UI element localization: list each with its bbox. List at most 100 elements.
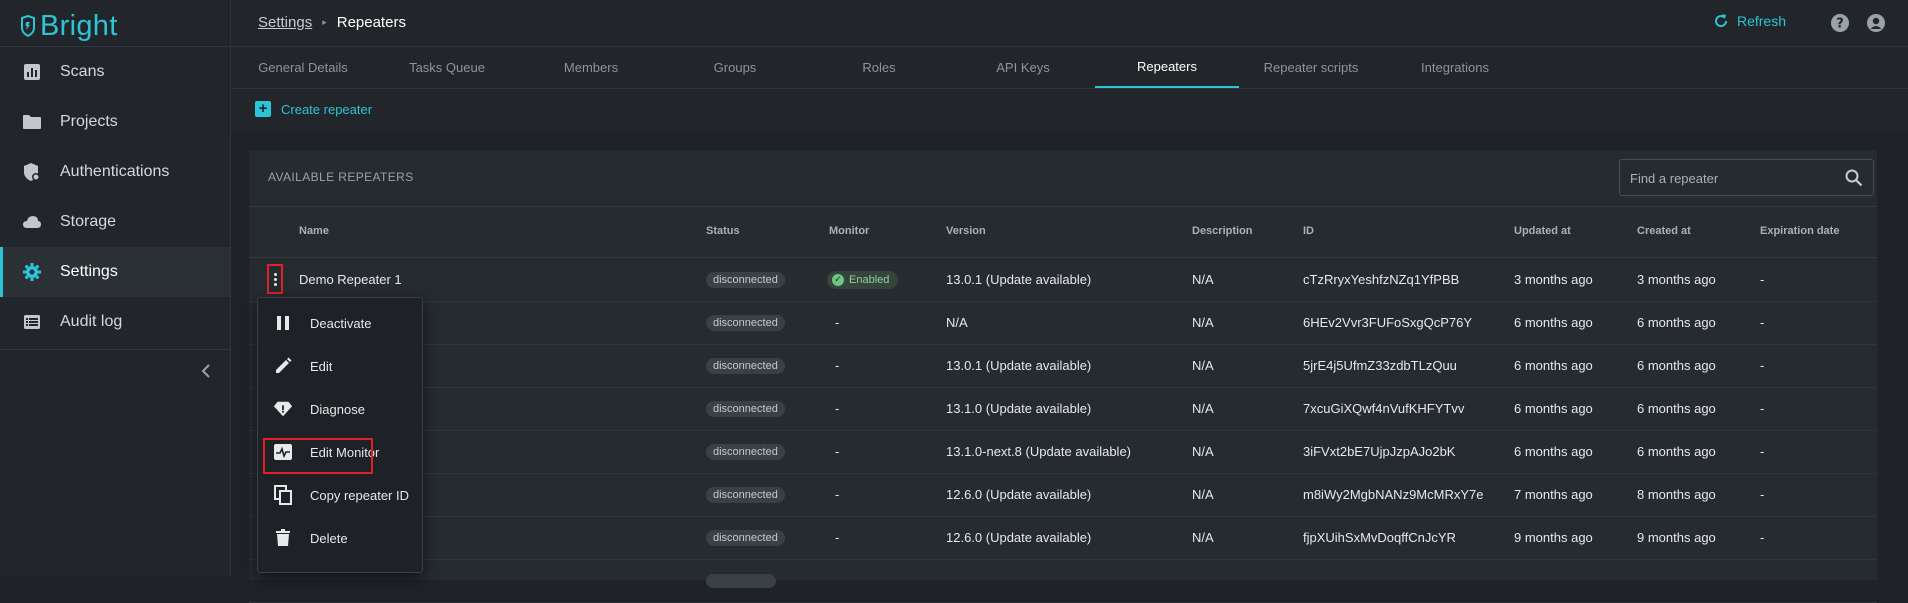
help-button[interactable]: ? <box>1830 13 1850 38</box>
brand-name: Bright <box>40 9 118 42</box>
search-icon[interactable] <box>1845 169 1863 187</box>
status-badge: disconnected <box>706 357 785 374</box>
chevron-left-icon <box>201 364 210 378</box>
breadcrumb-current: Repeaters <box>336 14 406 31</box>
cell-expiration: - <box>1760 315 1765 330</box>
menu-item-label: Copy repeater ID <box>310 487 409 503</box>
column-header-description[interactable]: Description <box>1192 225 1253 237</box>
collapse-sidebar-button[interactable] <box>196 361 216 381</box>
menu-item-label: Delete <box>310 530 348 546</box>
table-row[interactable]: disconnected - N/A N/A 6HEv2Vvr3FUFoSxgQ… <box>249 301 1877 345</box>
tab-tasks-queue[interactable]: Tasks Queue <box>375 47 519 88</box>
cell-version: 13.1.0 (Update available) <box>946 401 1092 416</box>
column-header-expiration-date[interactable]: Expiration date <box>1760 225 1839 237</box>
tab-groups[interactable]: Groups <box>663 47 807 88</box>
cell-status: disconnected <box>706 301 785 344</box>
sidebar-item-scans[interactable]: Scans <box>0 47 230 97</box>
sidebar: Bright Scans Projects Authentications St… <box>0 0 231 576</box>
table-row[interactable]: 4 disconnected - 12.6.0 (Update availabl… <box>249 473 1877 517</box>
create-repeater-button[interactable]: + Create repeater <box>255 101 372 117</box>
cell-status: disconnected <box>706 430 785 473</box>
cell-version: 13.1.0-next.8 (Update available) <box>946 444 1132 459</box>
cell-id: 6HEv2Vvr3FUFoSxgQcP76Y <box>1303 315 1473 330</box>
refresh-button[interactable]: Refresh <box>1713 13 1786 29</box>
copy-icon <box>273 485 293 505</box>
status-badge: disconnected <box>706 314 785 331</box>
cell-updated: 6 months ago <box>1514 401 1593 416</box>
cell-status <box>706 559 776 602</box>
column-header-id[interactable]: ID <box>1303 225 1314 237</box>
monitor-pulse-icon <box>273 442 293 462</box>
cell-monitor: - <box>835 315 840 330</box>
cell-description: N/A <box>1192 530 1214 545</box>
cell-version: N/A <box>946 315 968 330</box>
tab-members[interactable]: Members <box>519 47 663 88</box>
sidebar-item-projects[interactable]: Projects <box>0 97 230 147</box>
menu-item-deactivate[interactable]: Deactivate <box>258 302 422 344</box>
cell-id: 5jrE4j5UfmZ33zdbTLzQuu <box>1303 358 1457 373</box>
table-row[interactable]: disconnected - 13.1.0 (Update available)… <box>249 387 1877 431</box>
column-header-created-at[interactable]: Created at <box>1637 225 1691 237</box>
sidebar-item-label: Scans <box>60 63 105 80</box>
dot <box>273 282 277 286</box>
menu-item-diagnose[interactable]: Diagnose <box>258 388 422 430</box>
column-header-monitor[interactable]: Monitor <box>829 225 869 237</box>
menu-item-copy-repeater-id[interactable]: Copy repeater ID <box>258 474 422 516</box>
cell-monitor: - <box>835 358 840 373</box>
column-header-updated-at[interactable]: Updated at <box>1514 225 1571 237</box>
cell-expiration: - <box>1760 401 1765 416</box>
cell-updated: 6 months ago <box>1514 444 1593 459</box>
table-row[interactable]: disconnected - 13.0.1 (Update available)… <box>249 344 1877 388</box>
cell-status: disconnected <box>706 258 785 301</box>
cell-expiration: - <box>1760 530 1765 545</box>
search-input[interactable] <box>1628 160 1832 197</box>
sidebar-item-authentications[interactable]: Authentications <box>0 147 230 197</box>
breadcrumb-separator-icon: ▸ <box>322 17 327 27</box>
menu-item-label: Edit <box>310 358 333 374</box>
tab-repeater-scripts[interactable]: Repeater scripts <box>1239 47 1383 88</box>
tab-integrations[interactable]: Integrations <box>1383 47 1527 88</box>
logo[interactable]: Bright <box>20 10 118 42</box>
pause-icon <box>273 313 293 333</box>
sidebar-item-storage[interactable]: Storage <box>0 197 230 247</box>
table-row[interactable]: disconnected - 13.1.0-next.8 (Update ava… <box>249 430 1877 474</box>
cell-monitor: - <box>835 401 840 416</box>
dot <box>273 272 277 276</box>
table-row[interactable]: Demo Repeater 1 disconnected ✓ Enabled 13… <box>249 258 1877 302</box>
table-row[interactable]: disconnected - 12.6.0 (Update available)… <box>249 516 1877 560</box>
cell-updated: 6 months ago <box>1514 358 1593 373</box>
menu-item-delete[interactable]: Delete <box>258 517 422 559</box>
row-actions-button[interactable] <box>267 264 283 294</box>
column-header-status[interactable]: Status <box>706 225 740 237</box>
menu-item-edit[interactable]: Edit <box>258 345 422 387</box>
pencil-icon <box>273 356 293 376</box>
table-row[interactable] <box>249 559 1877 603</box>
menu-item-label: Edit Monitor <box>310 444 380 460</box>
sidebar-item-label: Authentications <box>60 163 170 180</box>
row-context-menu: Deactivate Edit Diagnose Edit Monitor Co… <box>257 297 423 573</box>
tab-repeaters[interactable]: Repeaters <box>1095 47 1239 88</box>
status-badge: disconnected <box>706 529 785 546</box>
cell-description: N/A <box>1192 272 1214 287</box>
top-header: Settings ▸ Repeaters Refresh ? <box>231 0 1908 47</box>
sidebar-item-audit-log[interactable]: Audit log <box>0 297 230 347</box>
tab-roles[interactable]: Roles <box>807 47 951 88</box>
cell-expiration: - <box>1760 487 1765 502</box>
column-header-name[interactable]: Name <box>299 225 329 237</box>
tab-general-details[interactable]: General Details <box>231 47 375 88</box>
tab-api-keys[interactable]: API Keys <box>951 47 1095 88</box>
column-header-version[interactable]: Version <box>946 225 986 237</box>
account-button[interactable] <box>1866 13 1886 38</box>
menu-item-edit-monitor[interactable]: Edit Monitor <box>258 431 422 473</box>
cell-expiration: - <box>1760 272 1765 287</box>
cell-id: 3iFVxt2bE7UjpJzpAJo2bK <box>1303 444 1456 459</box>
cell-created: 6 months ago <box>1637 315 1716 330</box>
menu-item-label: Deactivate <box>310 315 372 331</box>
cell-id: 7xcuGiXQwf4nVufKHFYTvv <box>1303 401 1465 416</box>
cell-updated: 3 months ago <box>1514 272 1593 287</box>
breadcrumb-settings-link[interactable]: Settings <box>258 14 312 31</box>
sidebar-item-settings[interactable]: Settings <box>0 247 230 297</box>
shield-key-icon <box>22 162 42 182</box>
sidebar-item-label: Storage <box>60 213 117 230</box>
create-repeater-label: Create repeater <box>281 101 373 117</box>
